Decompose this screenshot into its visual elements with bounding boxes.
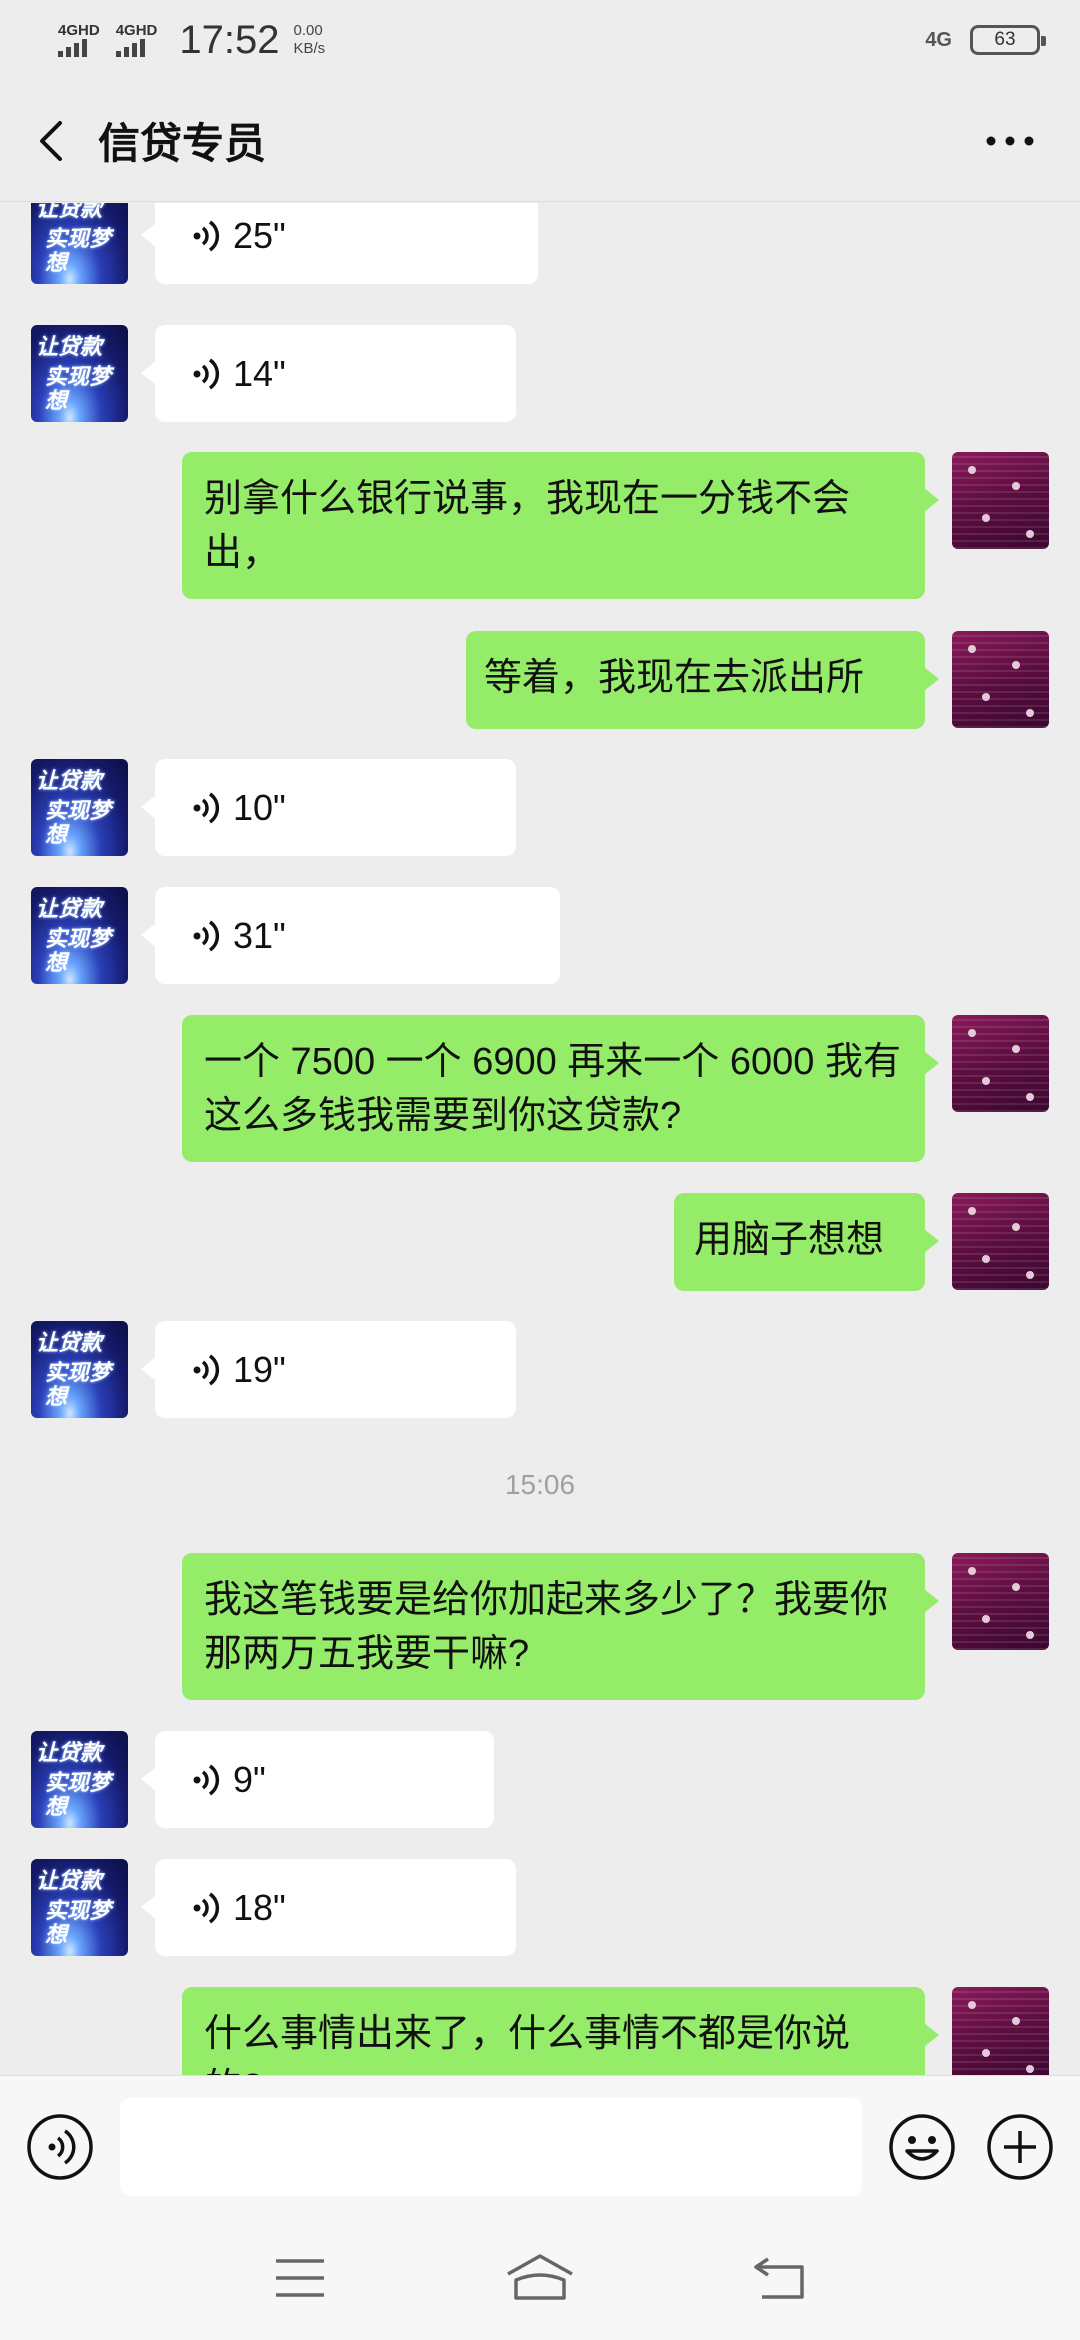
status-bar: 4GHD 4GHD 17:52 0.00 KB/s 4G 63	[0, 0, 1080, 80]
voice-duration: 14"	[233, 352, 286, 394]
voice-message[interactable]: 31"	[141, 887, 560, 984]
voice-duration: 18"	[233, 1886, 286, 1928]
message-text: 一个 7500 一个 6900 再来一个 6000 我有这么多钱我需要到你这贷款…	[204, 1041, 901, 1137]
voice-message[interactable]: 18"	[141, 1859, 516, 1956]
avatar-text-line1: 让贷款	[36, 896, 103, 922]
avatar-text-line2: 实现梦想	[45, 926, 112, 976]
voice-wave-icon	[193, 792, 220, 823]
message-text: 等着，我现在去派出所	[484, 657, 865, 699]
battery-level: 63	[994, 29, 1016, 50]
network-type: 4G	[925, 28, 952, 51]
contact-avatar[interactable]: 让贷款 实现梦想	[31, 203, 128, 284]
message-text: 我这笔钱要是给你加起来多少了？我要你那两万五我要干嘛?	[204, 1579, 889, 1675]
avatar-text-line2: 实现梦想	[45, 364, 112, 414]
voice-input-icon[interactable]	[26, 2113, 94, 2181]
avatar-text-line1: 让贷款	[36, 203, 103, 222]
message-text: 别拿什么银行说事，我现在一分钱不会出，	[204, 478, 851, 574]
voice-wave-icon	[193, 358, 220, 389]
battery-icon: 63	[970, 25, 1046, 55]
status-time: 17:52	[179, 17, 280, 62]
voice-wave-icon	[193, 220, 220, 251]
net-speed-unit: KB/s	[293, 40, 326, 57]
voice-duration: 10"	[233, 786, 286, 828]
contact-avatar[interactable]: 让贷款 实现梦想	[31, 1321, 128, 1418]
back-arrow-icon[interactable]	[740, 2248, 820, 2308]
text-message[interactable]: 别拿什么银行说事，我现在一分钱不会出，	[182, 452, 939, 599]
plus-icon[interactable]	[986, 2113, 1054, 2181]
my-avatar[interactable]	[952, 1553, 1049, 1650]
contact-avatar[interactable]: 让贷款 实现梦想	[31, 759, 128, 856]
my-avatar[interactable]	[952, 1987, 1049, 2075]
voice-duration: 19"	[233, 1348, 286, 1390]
voice-duration: 31"	[233, 914, 286, 956]
avatar-text-line1: 让贷款	[36, 1330, 103, 1356]
avatar-text-line1: 让贷款	[36, 334, 103, 360]
home-icon[interactable]	[500, 2248, 580, 2308]
voice-wave-icon	[193, 1892, 220, 1923]
contact-avatar[interactable]: 让贷款 实现梦想	[31, 1859, 128, 1956]
voice-message[interactable]: 10"	[141, 759, 516, 856]
avatar-text-line2: 实现梦想	[45, 226, 112, 276]
sim2-signal: 4GHD	[115, 22, 158, 57]
input-bar	[0, 2075, 1080, 2215]
contact-avatar[interactable]: 让贷款 实现梦想	[31, 325, 128, 422]
contact-avatar[interactable]: 让贷款 实现梦想	[31, 887, 128, 984]
chevron-left-icon[interactable]	[22, 111, 82, 171]
signal-bars-icon	[115, 39, 145, 57]
voice-message[interactable]: 25"	[141, 203, 538, 284]
voice-message[interactable]: 19"	[141, 1321, 516, 1418]
signal-bars-icon	[58, 39, 87, 57]
net-speed: 0.00 KB/s	[293, 22, 325, 58]
sim2-label: 4GHD	[115, 22, 158, 39]
avatar-text-line2: 实现梦想	[45, 1770, 112, 1820]
more-dots-icon[interactable]	[980, 121, 1040, 161]
avatar-text-line1: 让贷款	[36, 768, 103, 794]
sim1-label: 4GHD	[58, 22, 100, 39]
my-avatar[interactable]	[952, 631, 1049, 728]
text-message[interactable]: 等着，我现在去派出所	[466, 631, 939, 729]
text-message[interactable]: 什么事情出来了，什么事情不都是你说的?	[182, 1987, 939, 2075]
avatar-text-line1: 让贷款	[36, 1868, 103, 1894]
chat-title: 信贷专员	[98, 120, 267, 167]
voice-wave-icon	[193, 920, 220, 951]
chat-timestamp: 15:06	[504, 1469, 576, 1500]
my-avatar[interactable]	[952, 452, 1049, 549]
chat-header: 信贷专员	[0, 80, 1080, 202]
my-avatar[interactable]	[952, 1193, 1049, 1290]
voice-message[interactable]: 14"	[141, 325, 516, 422]
message-text: 用脑子想想	[694, 1219, 885, 1261]
menu-icon[interactable]	[260, 2248, 340, 2308]
text-message[interactable]: 用脑子想想	[674, 1193, 939, 1291]
message-text: 什么事情出来了，什么事情不都是你说的?	[204, 2013, 851, 2075]
voice-wave-icon	[193, 1354, 220, 1385]
message-input[interactable]	[120, 2098, 862, 2196]
voice-duration: 25"	[233, 214, 286, 256]
my-avatar[interactable]	[952, 1015, 1049, 1112]
message-list[interactable]: 让贷款 实现梦想 25" 让贷款 实现梦想 14" 别拿什么银行说事，我现在一分…	[0, 203, 1080, 2075]
avatar-text-line2: 实现梦想	[45, 1360, 112, 1410]
sim1-signal: 4GHD	[58, 23, 100, 57]
contact-avatar[interactable]: 让贷款 实现梦想	[31, 1731, 128, 1828]
net-speed-value: 0.00	[293, 22, 323, 39]
avatar-text-line1: 让贷款	[36, 1740, 103, 1766]
emoji-icon[interactable]	[888, 2113, 956, 2181]
avatar-text-line2: 实现梦想	[45, 1898, 112, 1948]
voice-duration: 9"	[233, 1758, 266, 1800]
system-nav-bar	[0, 2215, 1080, 2340]
avatar-text-line2: 实现梦想	[45, 798, 112, 848]
voice-message[interactable]: 9"	[141, 1731, 494, 1828]
text-message[interactable]: 我这笔钱要是给你加起来多少了？我要你那两万五我要干嘛?	[182, 1553, 939, 1700]
text-message[interactable]: 一个 7500 一个 6900 再来一个 6000 我有这么多钱我需要到你这贷款…	[182, 1015, 939, 1162]
voice-wave-icon	[193, 1764, 220, 1795]
